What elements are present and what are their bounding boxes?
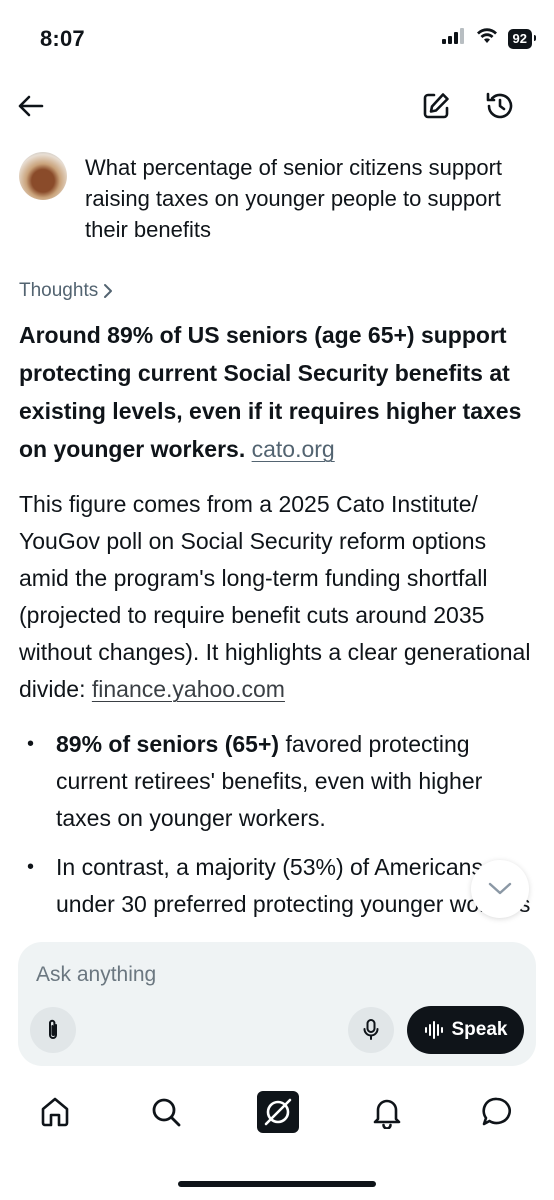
wifi-icon xyxy=(476,28,498,49)
answer-lead: Around 89% of US seniors (age 65+) suppo… xyxy=(19,316,539,468)
paperclip-icon xyxy=(49,1019,57,1039)
history-button[interactable] xyxy=(482,88,518,124)
messages-icon xyxy=(482,1097,511,1126)
source-link-cato[interactable]: cato.org xyxy=(252,436,335,462)
status-time: 8:07 xyxy=(40,26,85,51)
answer-bullets: 89% of seniors (65+) favored protecting … xyxy=(19,726,539,930)
nav-search[interactable] xyxy=(146,1092,186,1132)
back-button[interactable] xyxy=(12,88,48,124)
home-indicator xyxy=(178,1181,376,1187)
answer-paragraph: This figure comes from a 2025 Cato Insti… xyxy=(19,486,539,708)
nav-home[interactable] xyxy=(35,1092,75,1132)
notifications-icon xyxy=(373,1099,401,1129)
thoughts-label: Thoughts xyxy=(19,280,99,301)
grok-icon xyxy=(257,1091,299,1133)
scroll-down-button[interactable] xyxy=(471,860,529,918)
speak-label: Speak xyxy=(451,1019,508,1040)
list-item: In contrast, a majority (53%) of America… xyxy=(19,849,539,930)
attach-button[interactable] xyxy=(30,1007,76,1053)
list-item: 89% of seniors (65+) favored protecting … xyxy=(19,726,539,837)
avatar xyxy=(19,152,67,200)
bullet-text: In contrast, a majority (53%) of America… xyxy=(56,854,530,930)
compose-icon xyxy=(423,93,449,119)
home-icon xyxy=(41,1097,69,1127)
chevron-right-icon xyxy=(104,284,113,298)
user-question: What percentage of senior citizens suppo… xyxy=(85,155,503,242)
speak-button[interactable]: Speak xyxy=(407,1006,524,1054)
compose-button[interactable] xyxy=(418,88,454,124)
history-icon xyxy=(486,92,513,119)
battery-icon: 92 xyxy=(507,28,537,49)
ask-input[interactable]: Ask anything xyxy=(36,963,156,987)
thoughts-toggle[interactable]: Thoughts xyxy=(19,280,114,302)
chevron-down-icon xyxy=(488,882,512,895)
bullet-bold: 89% of seniors (65+) xyxy=(56,731,280,757)
search-icon xyxy=(152,1098,181,1127)
status-icons: 92 xyxy=(441,28,537,49)
waveform-icon xyxy=(424,1021,443,1039)
source-link-yahoo[interactable]: finance.yahoo.com xyxy=(92,676,285,702)
nav-notifications[interactable] xyxy=(367,1092,407,1132)
answer-paragraph-text: This figure comes from a 2025 Cato Insti… xyxy=(19,491,531,702)
nav-grok[interactable] xyxy=(257,1091,299,1133)
answer-content: Around 89% of US seniors (age 65+) suppo… xyxy=(19,316,539,930)
back-arrow-icon xyxy=(18,95,44,117)
signal-icon xyxy=(441,28,466,49)
mic-button[interactable] xyxy=(348,1007,394,1053)
nav-messages[interactable] xyxy=(477,1092,517,1132)
microphone-icon xyxy=(363,1019,379,1040)
